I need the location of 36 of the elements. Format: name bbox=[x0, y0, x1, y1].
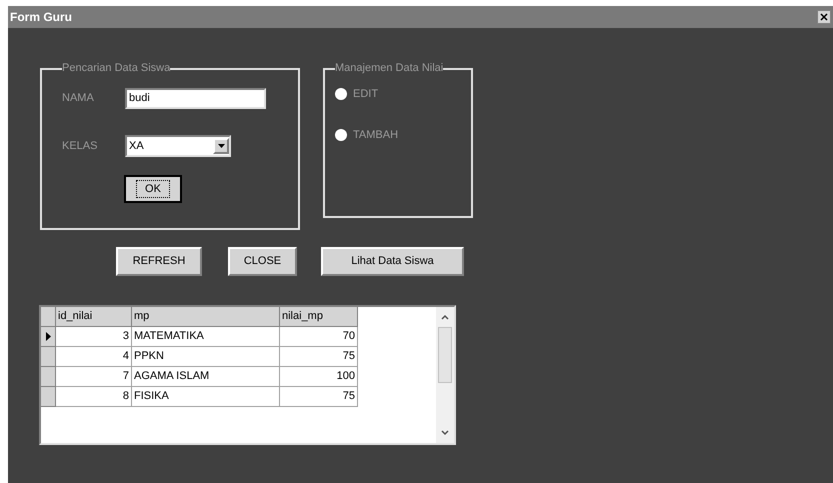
row-indicator[interactable] bbox=[41, 327, 56, 347]
action-button[interactable]: CLOSE bbox=[228, 247, 297, 276]
window-title: Form Guru bbox=[10, 9, 72, 26]
group-title: Manajemen Data Nilai bbox=[335, 63, 444, 74]
table-cell: AGAMA ISLAM bbox=[132, 367, 280, 387]
table-cell: PPKN bbox=[132, 347, 280, 367]
radio-button[interactable] bbox=[335, 128, 347, 141]
radio-option[interactable]: TAMBAH bbox=[335, 126, 461, 143]
field-label: KELAS bbox=[62, 138, 98, 154]
scroll-thumb[interactable] bbox=[438, 327, 452, 383]
column-header[interactable]: id_nilai bbox=[56, 307, 132, 327]
close-button[interactable] bbox=[817, 10, 831, 24]
table-cell: 3 bbox=[56, 327, 132, 347]
field-label: NAMA bbox=[62, 91, 95, 106]
table-cell: 75 bbox=[280, 347, 358, 367]
table-cell: 70 bbox=[280, 327, 358, 347]
radio-button[interactable] bbox=[335, 88, 347, 100]
radio-option[interactable]: EDIT bbox=[335, 86, 461, 102]
table-cell: MATEMATIKA bbox=[132, 327, 280, 347]
table-cell: 100 bbox=[280, 367, 358, 387]
ok-button[interactable]: OK bbox=[124, 175, 182, 203]
table-cell: 7 bbox=[56, 367, 132, 387]
pointer-icon bbox=[46, 332, 50, 341]
table-cell: 4 bbox=[56, 347, 132, 367]
action-button[interactable]: Lihat Data Siswa bbox=[321, 247, 464, 276]
class-dropdown[interactable]: XA bbox=[125, 135, 231, 157]
name-field[interactable]: budi bbox=[125, 88, 266, 109]
close-icon bbox=[820, 13, 828, 21]
table-cell: FISIKA bbox=[132, 387, 280, 407]
table-cell: 75 bbox=[280, 387, 358, 407]
scrollbar[interactable] bbox=[436, 307, 454, 443]
column-header[interactable]: mp bbox=[132, 307, 280, 327]
group-title: Pencarian Data Siswa bbox=[62, 63, 170, 74]
table-cell: 8 bbox=[56, 387, 132, 407]
action-button[interactable]: REFRESH bbox=[116, 247, 202, 276]
column-header[interactable]: nilai_mp bbox=[280, 307, 358, 327]
